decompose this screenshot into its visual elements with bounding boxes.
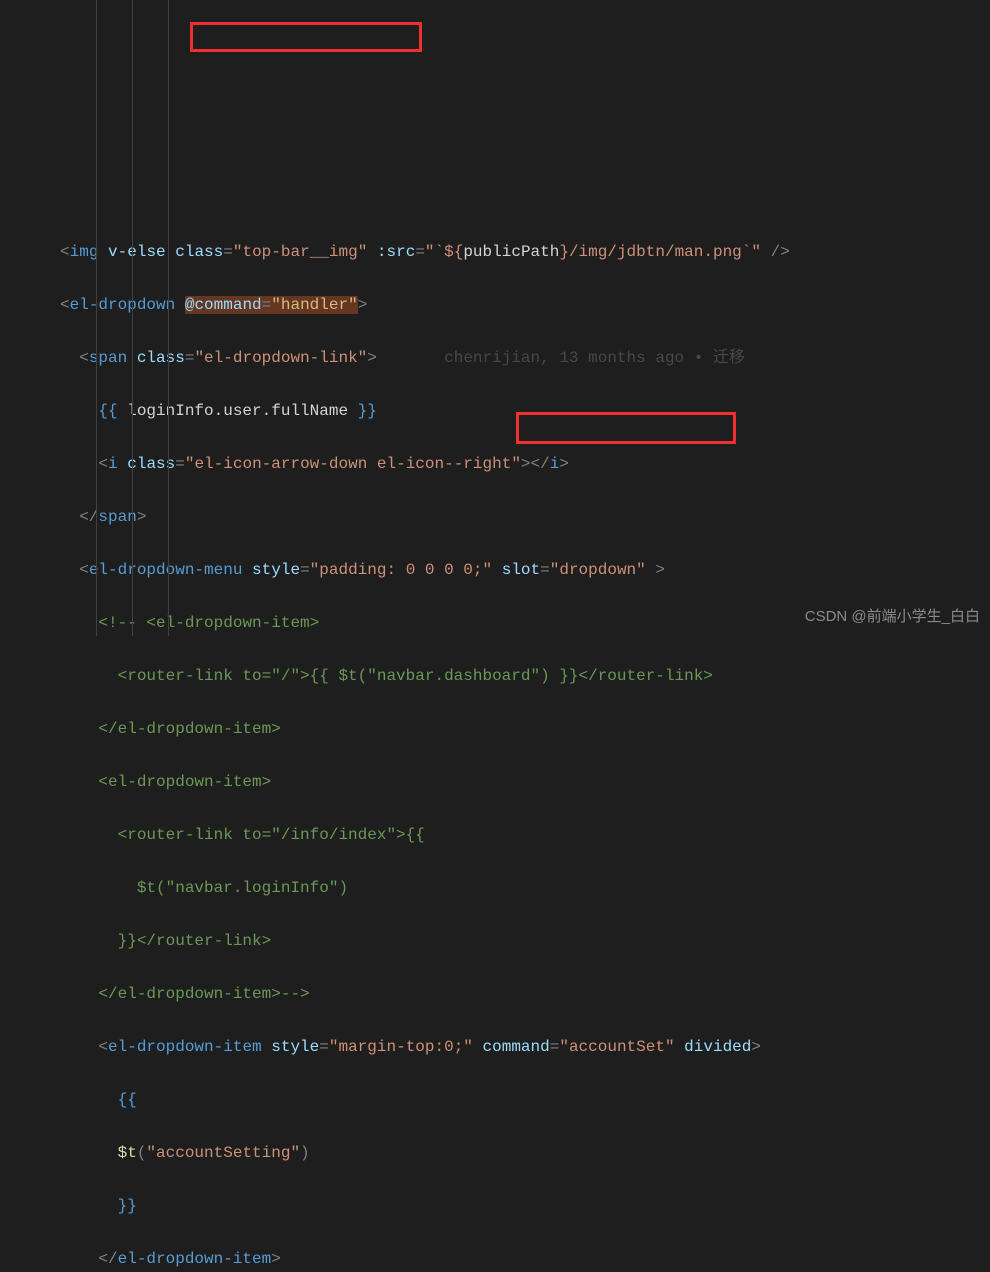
code-line[interactable]: }} (60, 1193, 990, 1220)
code-line[interactable]: $t("accountSetting") (60, 1140, 990, 1167)
code-line[interactable]: $t("navbar.loginInfo") (60, 875, 990, 902)
code-line[interactable]: {{ (60, 1087, 990, 1114)
code-line[interactable]: <span class="el-dropdown-link"> chenriji… (60, 345, 990, 372)
code-line[interactable]: <img v-else class="top-bar__img" :src="`… (60, 239, 990, 266)
code-line[interactable]: {{ loginInfo.user.fullName }} (60, 398, 990, 425)
code-line[interactable]: <el-dropdown @command="handler"> (60, 292, 990, 319)
code-line[interactable]: </el-dropdown-item>--> (60, 981, 990, 1008)
indent-guide (96, 0, 97, 636)
watermark-text: CSDN @前端小学生_白白 (805, 604, 980, 631)
code-line[interactable]: </el-dropdown-item> (60, 716, 990, 743)
code-line[interactable]: <el-dropdown-item style="margin-top:0;" … (60, 1034, 990, 1061)
highlight-box-1 (190, 22, 422, 52)
code-line[interactable]: <router-link to="/info/index">{{ (60, 822, 990, 849)
code-line[interactable]: <router-link to="/">{{ $t("navbar.dashbo… (60, 663, 990, 690)
code-line[interactable]: <i class="el-icon-arrow-down el-icon--ri… (60, 451, 990, 478)
code-line[interactable]: <el-dropdown-item> (60, 769, 990, 796)
code-line[interactable]: <el-dropdown-menu style="padding: 0 0 0 … (60, 557, 990, 584)
indent-guide (168, 0, 169, 636)
code-line[interactable]: </el-dropdown-item> (60, 1246, 990, 1272)
code-line[interactable]: }}</router-link> (60, 928, 990, 955)
codelens-annotation[interactable]: chenrijian, 13 months ago • 迁移 (444, 349, 745, 367)
indent-guide (132, 0, 133, 636)
code-editor[interactable]: <img v-else class="top-bar__img" :src="`… (0, 212, 990, 1272)
code-line[interactable]: </span> (60, 504, 990, 531)
